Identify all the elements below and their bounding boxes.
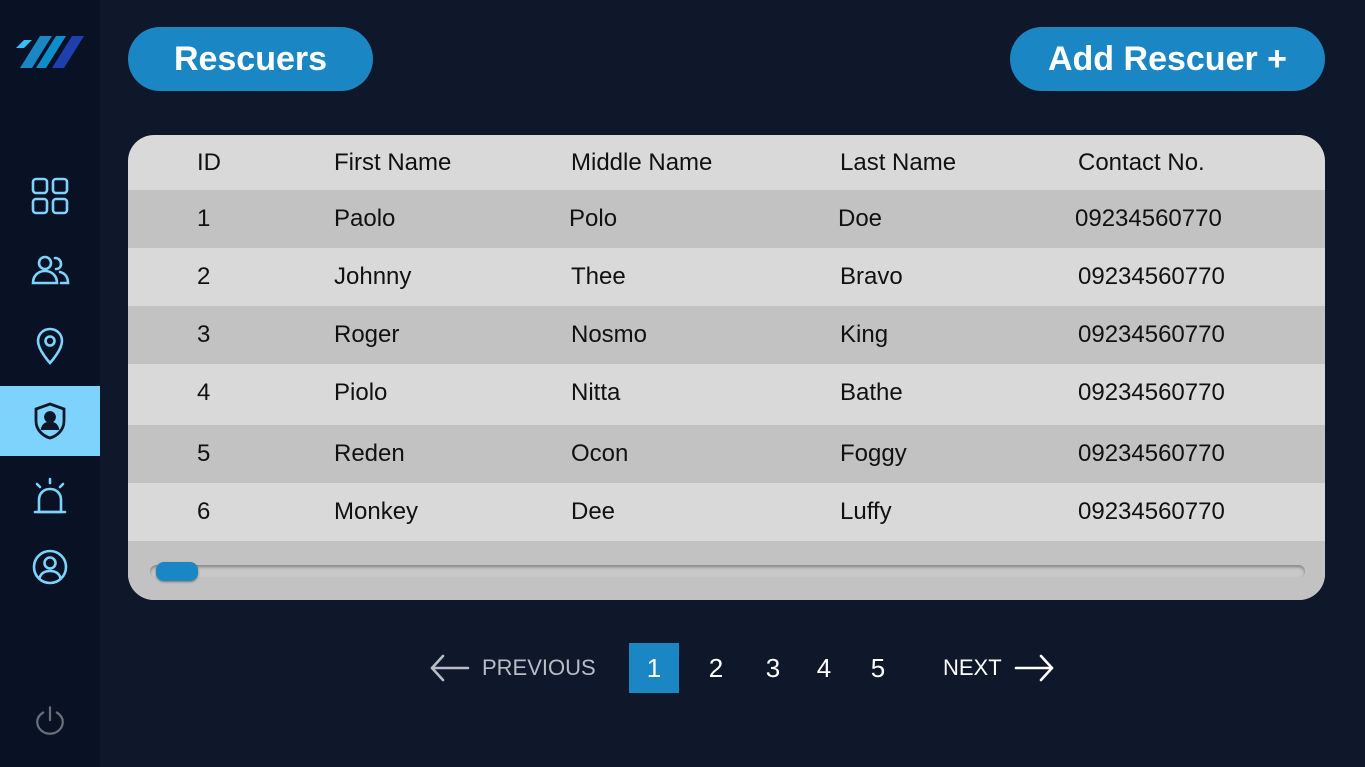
cell-last-name: Doe <box>838 205 883 232</box>
cell-middle-name: Dee <box>571 498 616 525</box>
table-header-row: ID First Name Middle Name Last Name Cont… <box>128 135 1325 190</box>
page-5-button[interactable]: 5 <box>853 643 903 693</box>
previous-page-button[interactable]: PREVIOUS <box>428 643 596 693</box>
column-header-first-name[interactable]: First Name <box>334 135 451 190</box>
power-button[interactable] <box>0 686 100 756</box>
sidebar-item-alerts[interactable] <box>0 461 100 531</box>
cell-id: 1 <box>197 205 211 232</box>
cell-middle-name: Nosmo <box>571 321 648 348</box>
horizontal-scrollbar-track[interactable] <box>150 565 1305 578</box>
cell-middle-name: Ocon <box>571 440 629 467</box>
column-header-id[interactable]: ID <box>197 135 221 190</box>
sidebar-item-dashboard[interactable] <box>0 161 100 231</box>
table-row[interactable]: 5 Reden Ocon Foggy 09234560770 <box>128 425 1325 483</box>
cell-first-name: Roger <box>334 321 400 348</box>
sidebar <box>0 0 100 767</box>
cell-id: 3 <box>197 321 211 348</box>
cell-first-name: Paolo <box>334 205 396 232</box>
cell-contact-no: 09234560770 <box>1078 440 1225 467</box>
page-2-button[interactable]: 2 <box>691 643 741 693</box>
cell-contact-no: 09234560770 <box>1078 498 1225 525</box>
column-header-middle-name[interactable]: Middle Name <box>571 135 712 190</box>
cell-last-name: Bravo <box>840 263 903 290</box>
cell-first-name: Piolo <box>334 379 388 406</box>
rescuer-shield-icon <box>34 402 66 440</box>
cell-id: 2 <box>197 263 211 290</box>
cell-last-name: Luffy <box>840 498 892 525</box>
horizontal-scrollbar-thumb[interactable] <box>156 562 198 581</box>
next-page-button[interactable]: NEXT <box>943 643 1056 693</box>
cell-middle-name: Polo <box>569 205 618 232</box>
arrow-right-icon <box>1014 654 1053 682</box>
cell-middle-name: Nitta <box>571 379 621 406</box>
cell-id: 5 <box>197 440 211 467</box>
cell-contact-no: 09234560770 <box>1078 379 1225 406</box>
next-label: NEXT <box>943 655 1002 680</box>
power-icon <box>36 706 64 735</box>
table-row[interactable]: 3 Roger Nosmo King 09234560770 <box>128 306 1325 364</box>
sidebar-item-users[interactable] <box>0 235 100 305</box>
page-1-button[interactable]: 1 <box>629 643 679 693</box>
cell-first-name: Reden <box>334 440 405 467</box>
cell-last-name: Foggy <box>840 440 907 467</box>
page-4-button[interactable]: 4 <box>799 643 849 693</box>
cell-contact-no: 09234560770 <box>1075 205 1222 232</box>
dashboard-grid-icon <box>31 177 69 215</box>
users-icon <box>31 255 70 285</box>
previous-label: PREVIOUS <box>482 655 596 680</box>
table-row[interactable]: 2 Johnny Thee Bravo 09234560770 <box>128 248 1325 306</box>
cell-id: 4 <box>197 379 211 406</box>
cell-middle-name: Thee <box>571 263 626 290</box>
add-rescuer-button[interactable]: Add Rescuer + <box>1010 27 1325 91</box>
cell-last-name: King <box>840 321 889 348</box>
sidebar-item-rescuers[interactable] <box>0 386 100 456</box>
page-3-button[interactable]: 3 <box>748 643 798 693</box>
alarm-siren-icon <box>33 477 67 514</box>
cell-id: 6 <box>197 498 211 525</box>
table-row[interactable]: 6 Monkey Dee Luffy 09234560770 <box>128 483 1325 541</box>
sidebar-item-profile[interactable] <box>0 532 100 602</box>
column-header-last-name[interactable]: Last Name <box>840 135 956 190</box>
user-profile-icon <box>32 549 68 585</box>
page-title: Rescuers <box>128 27 373 91</box>
cell-last-name: Bathe <box>840 379 903 406</box>
column-header-contact-no[interactable]: Contact No. <box>1078 135 1205 190</box>
cell-contact-no: 09234560770 <box>1078 321 1225 348</box>
sidebar-item-locations[interactable] <box>0 311 100 381</box>
table-row[interactable]: 1 Paolo Polo Doe 09234560770 <box>128 190 1325 248</box>
cell-contact-no: 09234560770 <box>1078 263 1225 290</box>
rescuers-table: ID First Name Middle Name Last Name Cont… <box>128 135 1325 600</box>
arrow-left-icon <box>430 654 470 682</box>
cell-first-name: Johnny <box>334 263 412 290</box>
location-pin-icon <box>36 327 64 365</box>
table-row[interactable]: 4 Piolo Nitta Bathe 09234560770 <box>128 364 1325 422</box>
cell-first-name: Monkey <box>334 498 419 525</box>
app-logo-icon <box>16 36 84 68</box>
